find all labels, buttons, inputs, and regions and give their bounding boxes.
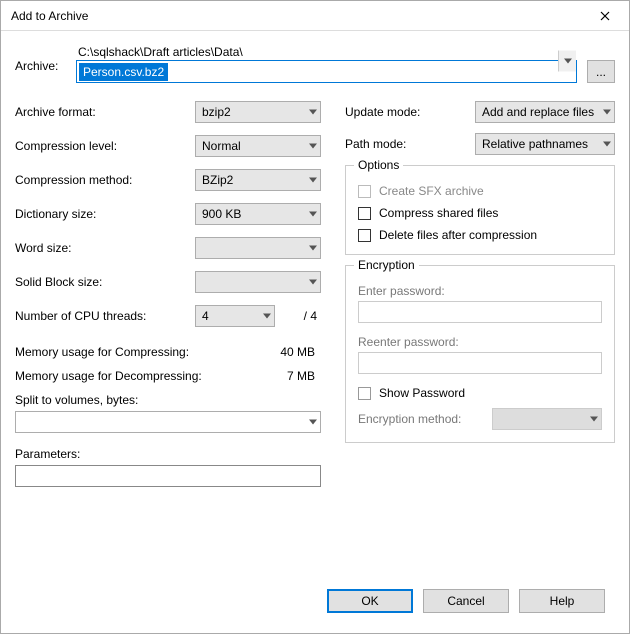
chevron-down-icon — [603, 110, 611, 115]
format-label: Archive format: — [15, 105, 195, 119]
cancel-button[interactable]: Cancel — [423, 589, 509, 613]
chevron-down-icon — [309, 246, 317, 251]
chevron-down-icon — [558, 51, 576, 72]
params-label: Parameters: — [15, 447, 321, 461]
shared-check[interactable]: Compress shared files — [358, 206, 602, 220]
checkbox-icon — [358, 185, 371, 198]
delete-check[interactable]: Delete files after compression — [358, 228, 602, 242]
level-label: Compression level: — [15, 139, 195, 153]
options-group: Options Create SFX archive Compress shar… — [345, 165, 615, 255]
add-to-archive-dialog: Add to Archive Archive: C:\sqlshack\Draf… — [0, 0, 630, 634]
mem-decomp-label: Memory usage for Decompressing: — [15, 369, 202, 383]
format-select[interactable]: bzip2 — [195, 101, 321, 123]
options-legend: Options — [354, 158, 403, 172]
dialog-footer: OK Cancel Help — [15, 579, 615, 623]
reenter-password-input[interactable] — [358, 352, 602, 374]
chevron-down-icon — [309, 280, 317, 285]
method-select[interactable]: BZip2 — [195, 169, 321, 191]
split-label: Split to volumes, bytes: — [15, 393, 321, 407]
chevron-down-icon — [309, 420, 317, 425]
right-column: Update mode: Add and replace files Path … — [345, 101, 615, 501]
chevron-down-icon — [309, 144, 317, 149]
titlebar: Add to Archive — [1, 1, 629, 31]
mem-comp-value: 40 MB — [280, 345, 315, 359]
dict-select[interactable]: 900 KB — [195, 203, 321, 225]
chevron-down-icon — [263, 314, 271, 319]
threads-label: Number of CPU threads: — [15, 309, 195, 323]
checkbox-icon — [358, 387, 371, 400]
split-combo[interactable] — [15, 411, 321, 433]
chevron-down-icon — [603, 142, 611, 147]
archive-name-value: Person.csv.bz2 — [79, 63, 168, 81]
ok-button[interactable]: OK — [327, 589, 413, 613]
checkbox-icon — [358, 207, 371, 220]
update-select[interactable]: Add and replace files — [475, 101, 615, 123]
word-label: Word size: — [15, 241, 195, 255]
block-label: Solid Block size: — [15, 275, 195, 289]
window-title: Add to Archive — [11, 9, 88, 23]
browse-button[interactable]: ... — [587, 60, 615, 83]
pathmode-label: Path mode: — [345, 137, 475, 151]
archive-name-combo[interactable]: Person.csv.bz2 — [76, 60, 577, 83]
show-password-check[interactable]: Show Password — [358, 386, 602, 400]
sfx-check: Create SFX archive — [358, 184, 602, 198]
enter-password-label: Enter password: — [358, 284, 602, 298]
word-select[interactable] — [195, 237, 321, 259]
level-select[interactable]: Normal — [195, 135, 321, 157]
threads-select[interactable]: 4 — [195, 305, 275, 327]
block-select — [195, 271, 321, 293]
close-button[interactable] — [585, 3, 625, 29]
enc-method-label: Encryption method: — [358, 412, 461, 426]
update-label: Update mode: — [345, 105, 475, 119]
params-input[interactable] — [15, 465, 321, 487]
left-column: Archive format: bzip2 Compression level:… — [15, 101, 321, 501]
chevron-down-icon — [309, 212, 317, 217]
pathmode-select[interactable]: Relative pathnames — [475, 133, 615, 155]
enc-method-select — [492, 408, 602, 430]
chevron-down-icon — [309, 178, 317, 183]
mem-comp-label: Memory usage for Compressing: — [15, 345, 189, 359]
archive-path: C:\sqlshack\Draft articles\Data\ — [76, 45, 615, 59]
archive-label: Archive: — [15, 45, 70, 73]
mem-decomp-value: 7 MB — [287, 369, 315, 383]
enter-password-input[interactable] — [358, 301, 602, 323]
encryption-legend: Encryption — [354, 258, 419, 272]
encryption-group: Encryption Enter password: Reenter passw… — [345, 265, 615, 443]
threads-total: / 4 — [281, 309, 321, 323]
chevron-down-icon — [590, 417, 598, 422]
checkbox-icon — [358, 229, 371, 242]
reenter-password-label: Reenter password: — [358, 335, 602, 349]
close-icon — [600, 11, 610, 21]
dict-label: Dictionary size: — [15, 207, 195, 221]
chevron-down-icon — [309, 110, 317, 115]
method-label: Compression method: — [15, 173, 195, 187]
help-button[interactable]: Help — [519, 589, 605, 613]
